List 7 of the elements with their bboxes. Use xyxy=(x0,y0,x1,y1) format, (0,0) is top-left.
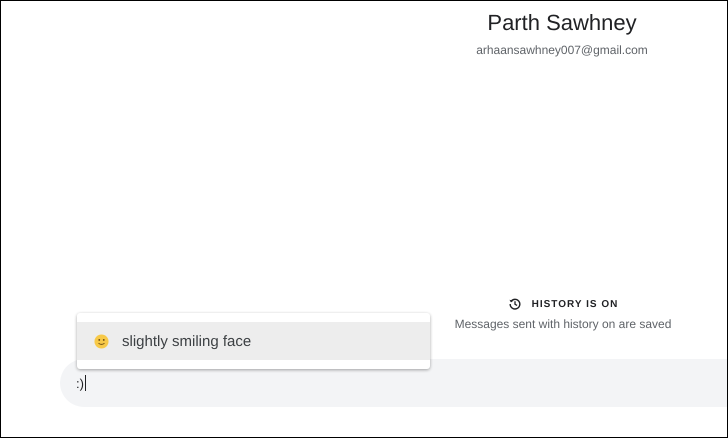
history-icon xyxy=(508,297,522,311)
smiley-icon xyxy=(94,334,109,348)
history-status: HISTORY IS ON xyxy=(532,298,618,310)
profile-name: Parth Sawhney xyxy=(487,9,637,37)
suggestion-item[interactable]: slightly smiling face xyxy=(77,322,430,360)
history-description: Messages sent with history on are saved xyxy=(454,317,672,331)
profile-email: arhaansawhney007@gmail.com xyxy=(476,43,648,57)
